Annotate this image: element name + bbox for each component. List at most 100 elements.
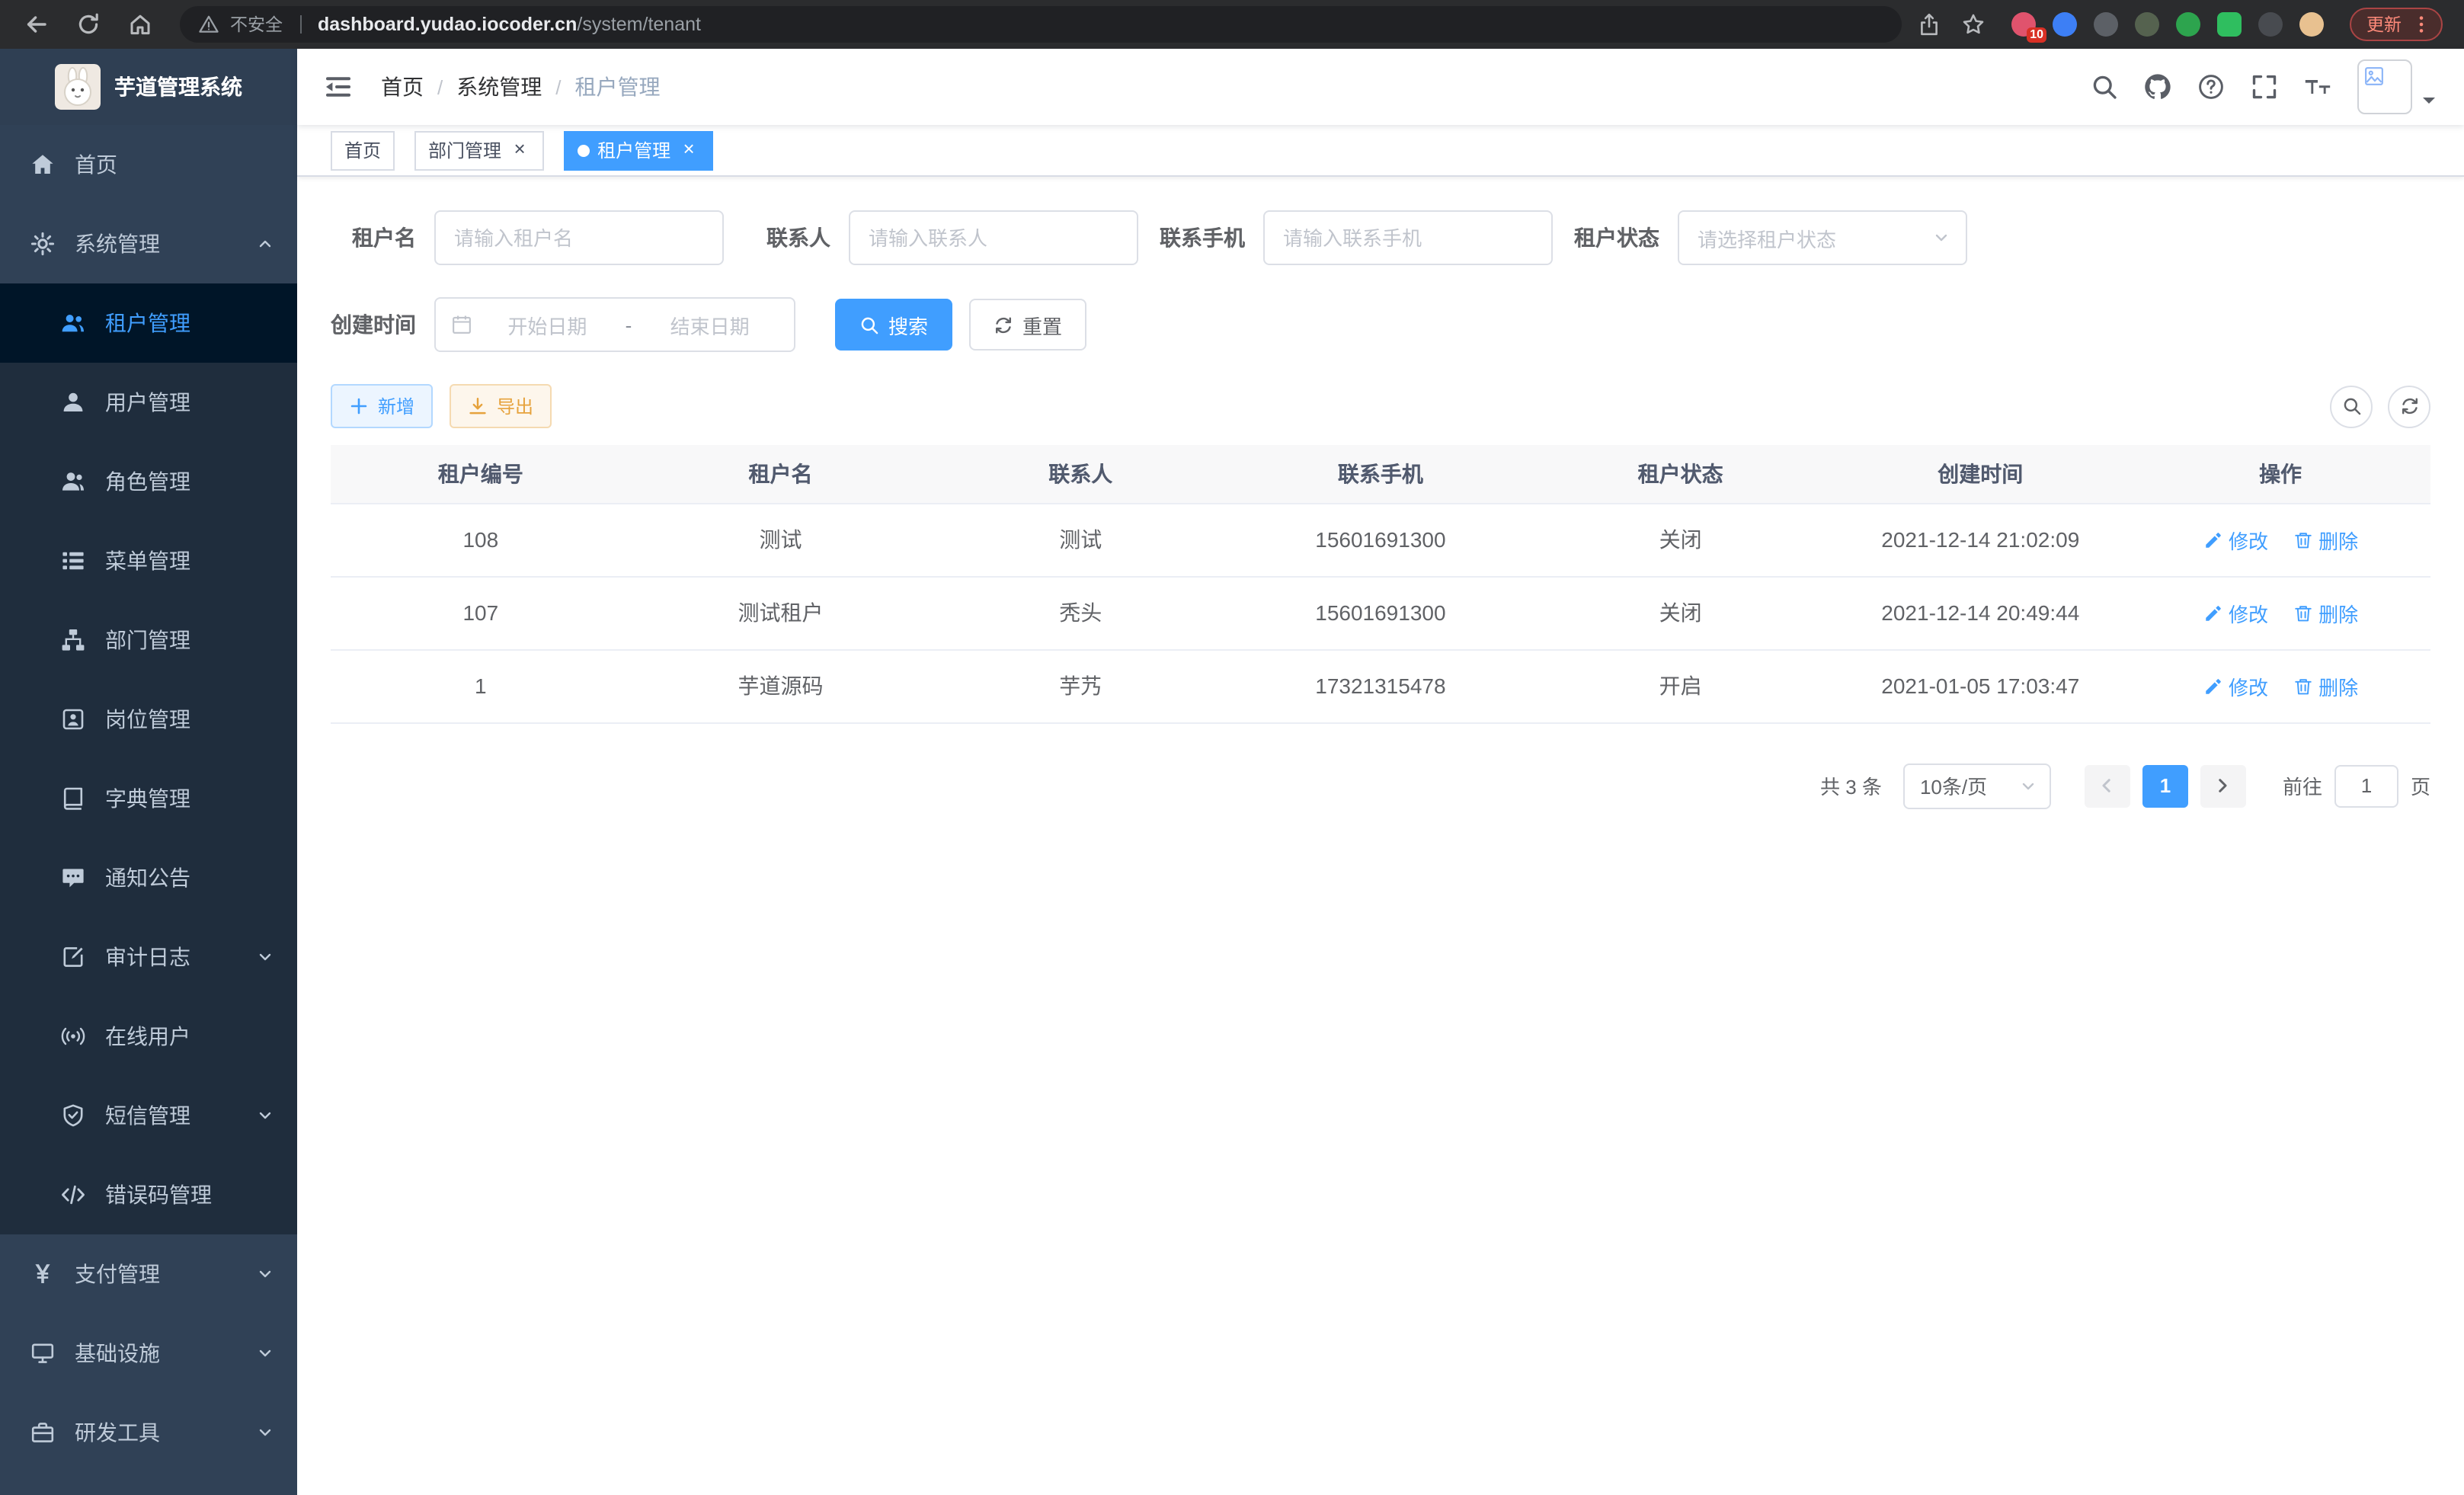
contact-input[interactable] xyxy=(849,210,1138,265)
hamburger-icon[interactable] xyxy=(323,72,354,102)
delete-link[interactable]: 删除 xyxy=(2293,598,2358,627)
security-label[interactable]: 不安全 xyxy=(230,12,283,37)
extension-badge: 10 xyxy=(2027,27,2046,43)
address-bar[interactable]: 不安全 dashboard.yudao.iocoder.cn/system/te… xyxy=(180,6,1902,43)
errorcode-icon xyxy=(61,1183,85,1207)
column-header: 租户编号 xyxy=(331,445,631,503)
extension-icon-7[interactable] xyxy=(2258,12,2283,37)
tab-tenant[interactable]: 租户管理 × xyxy=(564,130,713,170)
extension-icon-2[interactable] xyxy=(2053,12,2077,37)
chevron-down-icon xyxy=(2019,776,2037,795)
sidebar-item-system[interactable]: 系统管理 xyxy=(0,204,297,283)
sidebar-item-audit[interactable]: 审计日志 xyxy=(0,917,297,997)
sidebar-item-notice[interactable]: 通知公告 xyxy=(0,838,297,917)
create-time-range-picker[interactable]: 开始日期 - 结束日期 xyxy=(434,297,795,352)
search-button[interactable]: 搜索 xyxy=(835,299,952,351)
extension-icon-4[interactable] xyxy=(2135,12,2159,37)
reset-button[interactable]: 重置 xyxy=(969,299,1086,351)
help-icon[interactable] xyxy=(2197,73,2225,101)
reload-icon[interactable] xyxy=(76,12,101,37)
tab-label: 首页 xyxy=(344,137,381,163)
sidebar-item-label: 在线用户 xyxy=(105,1021,190,1052)
sidebar-item-infra[interactable]: 基础设施 xyxy=(0,1314,297,1393)
sidebar-item-home[interactable]: 首页 xyxy=(0,125,297,204)
goto-page-input[interactable] xyxy=(2334,764,2398,807)
sidebar-item-label: 部门管理 xyxy=(105,625,190,655)
add-button[interactable]: 新增 xyxy=(331,384,433,428)
download-icon xyxy=(468,396,488,416)
page-size-select[interactable]: 10条/页 xyxy=(1903,763,2051,808)
close-icon[interactable]: × xyxy=(678,139,699,161)
dots-vertical-icon[interactable] xyxy=(2411,14,2432,35)
browser-actions: 10 更新 xyxy=(1917,8,2449,41)
export-button[interactable]: 导出 xyxy=(450,384,552,428)
post-badge-icon xyxy=(61,707,85,731)
tenant-name-input[interactable] xyxy=(434,210,724,265)
sidebar-item-post[interactable]: 岗位管理 xyxy=(0,680,297,759)
sidebar-item-label: 系统管理 xyxy=(75,229,160,259)
goto-label: 前往 xyxy=(2283,771,2322,800)
delete-link[interactable]: 删除 xyxy=(2293,671,2358,700)
edit-link[interactable]: 修改 xyxy=(2203,671,2268,700)
delete-icon xyxy=(2293,676,2312,696)
breadcrumb-item[interactable]: 首页 xyxy=(381,72,424,102)
sidebar-item-menu[interactable]: 菜单管理 xyxy=(0,521,297,600)
extension-icon-3[interactable] xyxy=(2094,12,2118,37)
update-button[interactable]: 更新 xyxy=(2350,8,2443,41)
menu-list-icon xyxy=(61,549,85,573)
back-icon[interactable] xyxy=(24,12,49,37)
close-icon[interactable]: × xyxy=(509,139,530,161)
bookmark-star-icon[interactable] xyxy=(1961,12,1986,37)
tab-dept[interactable]: 部门管理 × xyxy=(414,130,544,170)
sidebar-item-tenant[interactable]: 租户管理 xyxy=(0,283,297,363)
contact-field: 联系人 xyxy=(745,210,1138,265)
refresh-table-icon xyxy=(2399,396,2419,416)
edit-link[interactable]: 修改 xyxy=(2203,598,2268,627)
font-size-icon[interactable] xyxy=(2304,73,2331,101)
page-unit-label: 页 xyxy=(2411,771,2430,800)
share-icon[interactable] xyxy=(1917,12,1941,37)
sidebar-item-online[interactable]: 在线用户 xyxy=(0,997,297,1076)
delete-link[interactable]: 删除 xyxy=(2293,525,2358,554)
github-icon[interactable] xyxy=(2144,73,2171,101)
sidebar-item-pay[interactable]: 支付管理 xyxy=(0,1234,297,1314)
sidebar-item-errcode[interactable]: 错误码管理 xyxy=(0,1155,297,1234)
tenant-status-select[interactable]: 请选择租户状态 xyxy=(1678,210,1967,265)
breadcrumb-item[interactable]: 系统管理 xyxy=(456,72,542,102)
sidebar-item-dept[interactable]: 部门管理 xyxy=(0,600,297,680)
omnibox-divider xyxy=(299,15,301,34)
search-icon[interactable] xyxy=(2091,73,2118,101)
sidebar-item-user[interactable]: 用户管理 xyxy=(0,363,297,442)
calendar-icon xyxy=(451,314,472,335)
table-row: 1芋道源码芋艿17321315478开启2021-01-05 17:03:47修… xyxy=(331,649,2430,722)
export-button-label: 导出 xyxy=(497,393,533,419)
app-logo[interactable]: 芋道管理系统 xyxy=(0,49,297,125)
url-text: dashboard.yudao.iocoder.cn/system/tenant xyxy=(318,14,701,35)
fullscreen-icon[interactable] xyxy=(2251,73,2278,101)
toggle-search-button[interactable] xyxy=(2330,385,2373,427)
sidebar-item-devtool[interactable]: 研发工具 xyxy=(0,1393,297,1472)
home-chrome-icon[interactable] xyxy=(128,12,152,37)
cell-created-time: 2021-12-14 21:02:09 xyxy=(1830,503,2130,576)
prev-page-button[interactable] xyxy=(2085,764,2130,807)
page-1-button[interactable]: 1 xyxy=(2142,764,2188,807)
profile-avatar[interactable] xyxy=(2299,12,2324,37)
sidebar-item-dict[interactable]: 字典管理 xyxy=(0,759,297,838)
tab-home[interactable]: 首页 xyxy=(331,130,395,170)
refresh-table-button[interactable] xyxy=(2388,385,2430,427)
extension-icon-6[interactable] xyxy=(2217,12,2242,37)
sidebar-item-role[interactable]: 角色管理 xyxy=(0,442,297,521)
search-icon xyxy=(859,315,879,335)
extension-icon-5[interactable] xyxy=(2176,12,2200,37)
user-avatar[interactable] xyxy=(2357,59,2437,114)
tab-label: 租户管理 xyxy=(597,137,670,163)
mobile-input[interactable] xyxy=(1263,210,1553,265)
column-header: 创建时间 xyxy=(1830,445,2130,503)
edit-link[interactable]: 修改 xyxy=(2203,525,2268,554)
url-host: dashboard.yudao.iocoder.cn xyxy=(318,14,577,35)
extension-icon-1[interactable]: 10 xyxy=(2011,12,2036,37)
sidebar-item-sms[interactable]: 短信管理 xyxy=(0,1076,297,1155)
tab-label: 部门管理 xyxy=(428,137,501,163)
next-page-button[interactable] xyxy=(2200,764,2246,807)
user-icon xyxy=(61,390,85,415)
